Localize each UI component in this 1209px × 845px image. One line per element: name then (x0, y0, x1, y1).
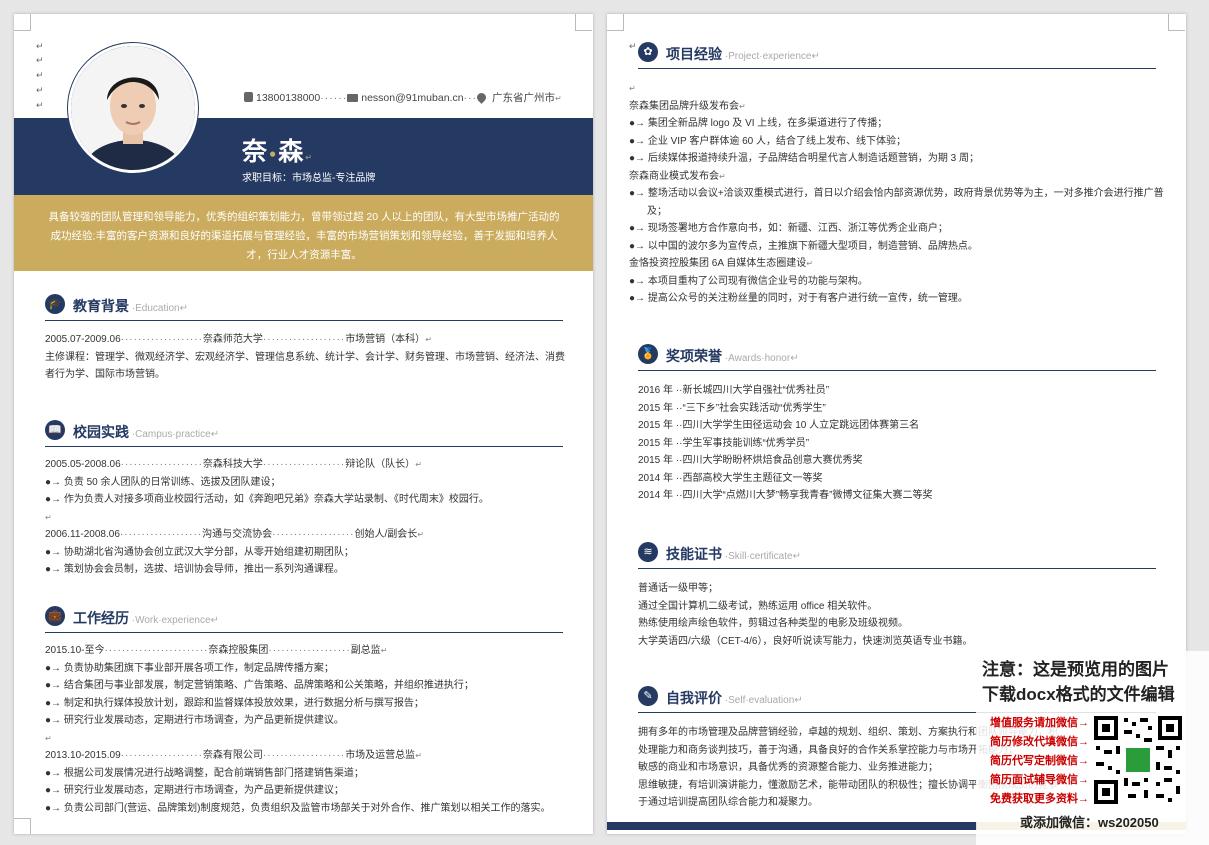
project-name: 奈森商业模式发布会↵ (629, 170, 726, 182)
margin-corner (607, 14, 624, 31)
margin-corner (14, 818, 31, 834)
list-item: ●→ 根据公司发展情况进行战略调整，配合前端销售部门搭建销售渠道； (45, 767, 364, 779)
list-item: ●→ 策划协会会员制，选拔、培训协会导师，推出一系列沟通课程。 (45, 564, 344, 575)
list-item: ●→ 负责 50 余人团队的日常训练、选拔及团队建设； (45, 476, 281, 488)
edit-icon: ✎ (638, 686, 658, 706)
watermark-links: 增值服务请加微信→ 简历修改代填微信→ 简历代写定制微信→ 简历面试辅导微信→ … (990, 714, 1089, 809)
margin-corner (575, 14, 592, 31)
paragraph-mark: ↵ (36, 41, 44, 51)
email-icon (347, 94, 359, 102)
list-item: 2014 年 ··四川大学“点燃川大梦”畅享我青春”微博文征集大赛二等奖 (638, 490, 933, 501)
watermark-link[interactable]: 增值服务请加微信→ (990, 714, 1089, 733)
paragraph-mark: ↵ (36, 70, 44, 80)
margin-corner (14, 14, 31, 31)
email-address: nesson@91muban.cn (361, 92, 464, 104)
list-item: ●→ 协助湖北省沟通协会创立武汉大学分部，从零开始组建初期团队； (45, 546, 354, 558)
list-item: ●→ 研究行业发展动态，定期进行市场调查，为产品更新提供建议。 (45, 715, 344, 726)
list-item: 大学英语四/六级（CET-4/6），良好听说读写能力，快速浏览英语专业书籍。 (638, 635, 973, 647)
education-courses: 主修课程：管理学、微观经济学、宏观经济学、管理信息系统、统计学、会计学、财务管理… (45, 351, 565, 381)
paragraph-mark: ↵ (36, 55, 44, 65)
list-item: ●→ 现场签署地方合作意向书，如：新疆、江西、浙江等优秀企业商户； (629, 223, 948, 234)
margin-corner (1168, 14, 1185, 31)
campus-body: 2005.05-2008.06···················奈森科技大学… (45, 456, 570, 579)
layers-icon: ≋ (638, 542, 658, 562)
list-item: 熟练使用绘声绘色软件，剪辑过各种类型的电影及班级视频。 (638, 618, 908, 629)
watermark-wechat-id: 或添加微信：ws202050 (1020, 815, 1159, 830)
list-item: 通过全国计算机二级考试，熟练运用 office 相关软件。 (638, 600, 878, 612)
list-item: ●→ 负责公司部门(营运、品牌策划)制度规范，负责组织及监管市场部关于对外合作、… (45, 802, 551, 814)
contact-info: 13800138000······ nesson@91muban.cn··· 广东… (244, 90, 562, 105)
list-item: ●→ 企业 VIP 客户群体逾 60 人，结合了线上发布、线下体验； (629, 135, 907, 147)
list-item: ●→ 提高公众号的关注粉丝量的同时，对于有客户进行统一宣传，统一管理。 (629, 293, 968, 304)
list-item: ●→ 制定和执行媒体投放计划，跟踪和监督媒体投放效果，进行数据分析与撰写报告； (45, 697, 424, 709)
section-work-heading: 💼 工作经历 ·Work·experience↵ (45, 606, 563, 633)
location-icon (475, 91, 488, 104)
paragraph-mark: ↵ (36, 100, 44, 110)
phone-number: 13800138000 (256, 92, 321, 104)
location: 广东省广州市 (491, 92, 555, 104)
campus-entry: 2006.11-2008.06···················沟通与交流协… (45, 529, 424, 540)
candidate-name: 奈●森↵ (242, 138, 314, 166)
list-item: ●→ 负责协助集团旗下事业部开展各项工作，制定品牌传播方案； (45, 662, 334, 674)
job-objective: 求职目标：市场总监-专注品牌 (242, 173, 376, 184)
watermark-link[interactable]: 免费获取更多资料→ (990, 790, 1089, 809)
avatar (68, 43, 198, 173)
section-education-heading: 🎓 教育背景 ·Education↵ (45, 294, 563, 321)
projects-body: ↵ 奈森集团品牌升级发布会↵ ●→ 集团全新品牌 logo 及 VI 上线，在多… (629, 80, 1169, 308)
profile-summary: 具备较强的团队管理和领导能力，优秀的组织策划能力，曾带领过超 20 人以上的团队… (48, 211, 560, 261)
skills-body: 普通话一级甲等； 通过全国计算机二级考试，熟练运用 office 相关软件。 熟… (638, 580, 1158, 650)
list-item: ●→ 结合集团与事业部发展，制定营销策略、广告策略、品牌策略和公关策略，并组织推… (45, 680, 474, 691)
flower-icon: ✿ (638, 42, 658, 62)
list-item: 2015 年 ··“三下乡”社会实践活动“优秀学生” (638, 402, 826, 414)
list-item: ●→ 集团全新品牌 logo 及 VI 上线，在多渠道进行了传播； (629, 118, 888, 129)
list-item: ●→ 以中国的波尔多为宣传点，主推旗下新疆大型项目，制造营销、品牌热点。 (629, 240, 978, 252)
list-item: 2015 年 ··四川大学盼盼杯烘焙食品创意大赛优秀奖 (638, 455, 863, 466)
paragraph-mark: ↵ (36, 85, 44, 95)
book-icon: 📖 (45, 420, 65, 440)
list-item: ●→ 整场活动以会议+洽谈双重模式进行，首日以介绍会恰内部资源优势，政府背景优势… (629, 188, 1164, 217)
campus-entry: 2005.05-2008.06···················奈森科技大学… (45, 459, 422, 470)
project-name: 奈森集团品牌升级发布会↵ (629, 100, 746, 112)
list-item: 普通话一级甲等； (638, 583, 718, 594)
list-item: ●→ 后续媒体报道持续升温，子品牌结合明星代言人制造话题营销，为期 3 周； (629, 153, 979, 164)
awards-body: 2016 年 ··新长城四川大学自强社“优秀社员” 2015 年 ··“三下乡”… (638, 382, 1158, 505)
medal-icon: 🏅 (638, 344, 658, 364)
watermark-link[interactable]: 简历修改代填微信→ (990, 733, 1089, 752)
education-entry: 2005.07-2009.06···················奈森师范大学… (45, 334, 432, 345)
section-awards-heading: 🏅 奖项荣誉 ·Awards·honor↵ (638, 344, 1156, 371)
section-campus-heading: 📖 校园实践 ·Campus·practice↵ (45, 420, 563, 447)
section-skills-heading: ≋ 技能证书 ·Skill·certificate↵ (638, 542, 1156, 569)
section-projects-heading: ✿ 项目经验 ·Project·experience↵ (638, 42, 1156, 69)
list-item: 2015 年 ··四川大学学生田径运动会 10 人立定跳远团体赛第三名 (638, 420, 920, 431)
watermark-link[interactable]: 简历面试辅导微信→ (990, 771, 1089, 790)
education-body: 2005.07-2009.06···················奈森师范大学… (45, 331, 565, 384)
phone-icon (244, 92, 253, 102)
list-item: 2014 年 ··西部高校大学生主题征文一等奖 (638, 472, 823, 484)
list-item: ●→ 研究行业发展动态，定期进行市场调查，为产品更新提供建议； (45, 785, 344, 796)
work-entry: 2015.10-至今························奈森控股集团… (45, 645, 388, 656)
list-item: ●→ 本项目重构了公司现有微信企业号的功能与架构。 (629, 275, 868, 287)
work-entry: 2013.10-2015.09···················奈森有限公司… (45, 750, 422, 761)
list-item: 2015 年 ··学生军事技能训练“优秀学员” (638, 437, 810, 449)
work-body: 2015.10-至今························奈森控股集团… (45, 642, 575, 817)
list-item: 2016 年 ··新长城四川大学自强社“优秀社员” (638, 385, 830, 396)
project-name: 金恪投资控股集团 6A 自媒体生态圈建设↵ (629, 258, 813, 269)
briefcase-icon: 💼 (45, 606, 65, 626)
list-item: ●→ 作为负责人对接多项商业校园行活动，如《奔跑吧兄弟》奈森大学站录制、《时代周… (45, 494, 489, 505)
resume-page-1: ↵ ↵ ↵ ↵ ↵ 13800138000······ nesson@91muba… (14, 14, 593, 834)
graduation-cap-icon: 🎓 (45, 294, 65, 314)
watermark-notice: 注意：这是预览用的图片 下载docx格式的文件编辑 (982, 660, 1175, 704)
watermark-link[interactable]: 简历代写定制微信→ (990, 752, 1089, 771)
qr-code-icon[interactable] (1092, 714, 1184, 806)
